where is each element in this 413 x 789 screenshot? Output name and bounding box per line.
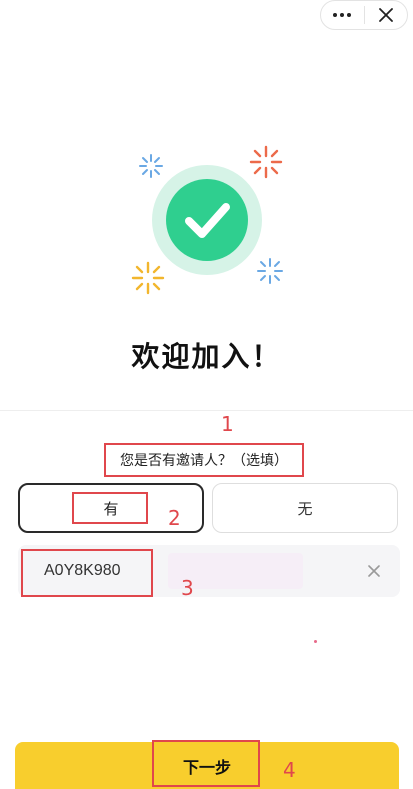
annotation-number-2: 2 (168, 506, 181, 530)
check-circle-icon (152, 165, 262, 275)
close-icon (378, 8, 393, 22)
clear-x-icon (368, 565, 380, 577)
annotation-box-3 (21, 549, 153, 597)
more-dots-icon (333, 13, 352, 17)
sparkle-blue-icon (139, 154, 163, 178)
welcome-title: 欢迎加入！ (131, 340, 282, 373)
close-button[interactable] (365, 1, 408, 29)
annotation-box-2 (72, 492, 148, 524)
option-no-label: 无 (297, 499, 313, 518)
clear-input-button[interactable] (362, 559, 386, 583)
annotation-number-3: 3 (181, 576, 194, 600)
sparkle-red-icon (249, 145, 283, 179)
annotation-box-4 (152, 740, 260, 787)
sparkle-blue-small-icon (257, 258, 283, 284)
option-no-button[interactable]: 无 (212, 483, 398, 533)
more-button[interactable] (321, 1, 364, 29)
annotation-number-4: 4 (283, 758, 296, 782)
page: 欢迎加入！ 1 您是否有邀请人？（选填） 有 无 2 3 下一步 4 (0, 0, 413, 789)
success-illustration (0, 135, 413, 300)
sparkle-yellow-icon (131, 261, 165, 295)
section-divider (0, 410, 413, 411)
inviter-question: 您是否有邀请人？（选填） (120, 453, 288, 469)
mini-program-capsule (320, 0, 408, 30)
decorative-speck (314, 640, 317, 643)
annotation-number-1: 1 (221, 412, 234, 436)
